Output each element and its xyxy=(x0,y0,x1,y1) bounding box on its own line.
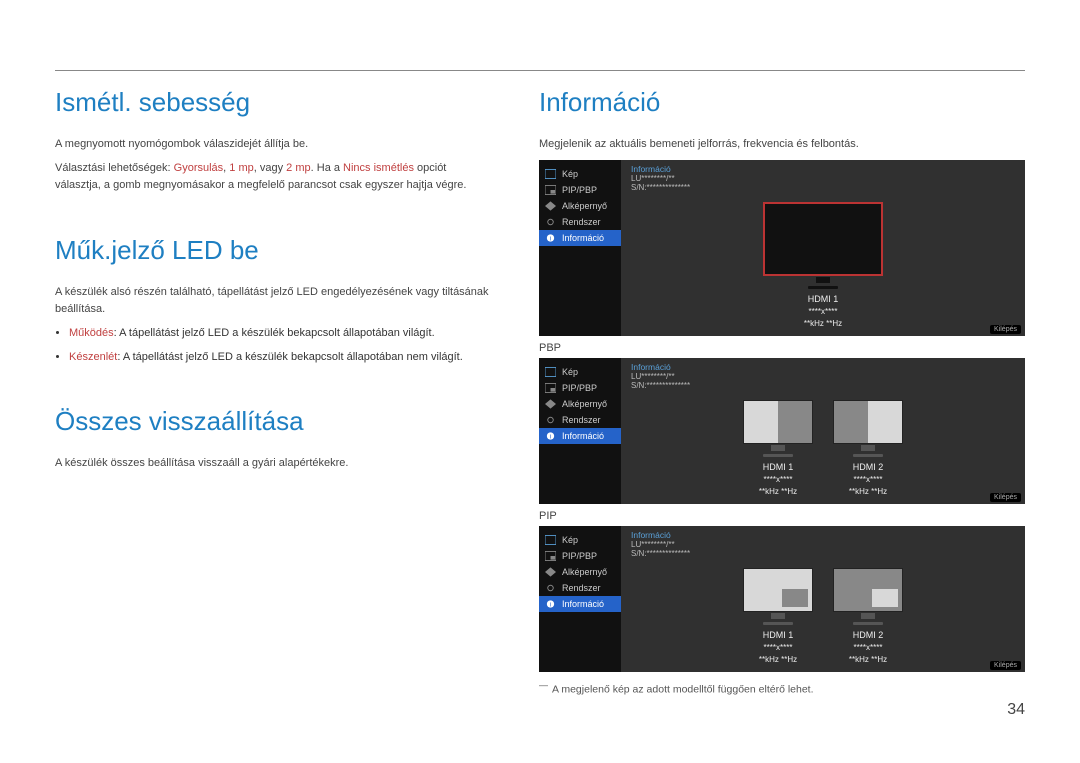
opt-norepeat: Nincs ismétlés xyxy=(343,162,414,174)
info-icon: i xyxy=(545,233,556,243)
label-mode-pip: PIP xyxy=(539,510,1025,522)
text-information-desc: Megjelenik az aktuális bemeneti jelforrá… xyxy=(539,136,1025,154)
osd-exit-button[interactable]: Kilépés xyxy=(990,325,1021,334)
osd-menu-informacio[interactable]: iInformáció xyxy=(539,596,621,612)
gear-icon xyxy=(545,583,556,593)
opt-1s: 1 mp xyxy=(229,162,253,174)
page-number: 34 xyxy=(55,701,1025,719)
label-hdmi1: HDMI 1 xyxy=(763,630,794,640)
osd-info-header: Információ LU********/** S/N:***********… xyxy=(631,164,1015,192)
monitor-display-pip-1: HDMI 1 ****x**** **kHz **Hz xyxy=(743,568,813,664)
svg-text:i: i xyxy=(550,601,551,608)
gear-icon xyxy=(545,415,556,425)
monitor-display-single: HDMI 1 ****x**** **kHz **Hz xyxy=(763,202,883,328)
section-title-repeat-speed: Ismétl. sebesség xyxy=(55,87,494,118)
osd-menu: Kép PIP/PBP Alképernyő Rendszer iInformá… xyxy=(539,526,621,672)
label-mode-pbp: PBP xyxy=(539,342,1025,354)
text-power-led-desc: A készülék alsó részén található, tápell… xyxy=(55,284,494,319)
label-hdmi2: HDMI 2 xyxy=(853,462,884,472)
subscreen-icon xyxy=(545,201,556,211)
picture-icon xyxy=(545,535,556,545)
label-frequency: **kHz **Hz xyxy=(804,319,842,328)
osd-panel-pip: Kép PIP/PBP Alképernyő Rendszer iInformá… xyxy=(539,526,1025,672)
osd-info-header: Információ LU********/** S/N:***********… xyxy=(631,362,1015,390)
monitor-display-pip-2: HDMI 2 ****x**** **kHz **Hz xyxy=(833,568,903,664)
osd-exit-button[interactable]: Kilépés xyxy=(990,661,1021,670)
label-hdmi2: HDMI 2 xyxy=(853,630,884,640)
info-icon: i xyxy=(545,599,556,609)
text-reset-all-desc: A készülék összes beállítása visszaáll a… xyxy=(55,455,494,473)
osd-menu-pip[interactable]: PIP/PBP xyxy=(539,548,621,564)
osd-menu-alkepernyo[interactable]: Alképernyő xyxy=(539,396,621,412)
section-title-reset-all: Összes visszaállítása xyxy=(55,406,494,437)
monitor-display-pbp-2: HDMI 2 ****x**** **kHz **Hz xyxy=(833,400,903,496)
footnote: ―A megjelenő kép az adott modelltől függ… xyxy=(539,680,1025,696)
osd-panel-single: Kép PIP/PBP Alképernyő Rendszer iInformá… xyxy=(539,160,1025,336)
osd-panel-pbp: Kép PIP/PBP Alképernyő Rendszer iInformá… xyxy=(539,358,1025,504)
osd-menu-pip[interactable]: PIP/PBP xyxy=(539,182,621,198)
label-hdmi1: HDMI 1 xyxy=(763,462,794,472)
pip-icon xyxy=(545,551,556,561)
osd-menu-alkepernyo[interactable]: Alképernyő xyxy=(539,198,621,214)
section-title-information: Információ xyxy=(539,87,1025,118)
svg-text:i: i xyxy=(550,235,551,242)
osd-menu-kep[interactable]: Kép xyxy=(539,166,621,182)
bullet-standby: Készenlét: A tápellátást jelző LED a kés… xyxy=(69,349,494,367)
osd-menu-rendszer[interactable]: Rendszer xyxy=(539,412,621,428)
osd-menu-alkepernyo[interactable]: Alképernyő xyxy=(539,564,621,580)
subscreen-icon xyxy=(545,567,556,577)
section-title-power-led: Műk.jelző LED be xyxy=(55,235,494,266)
label-resolution: ****x**** xyxy=(809,307,838,316)
picture-icon xyxy=(545,169,556,179)
opt-prefix: Választási lehetőségek: xyxy=(55,162,174,174)
text-repeat-speed-desc: A megnyomott nyomógombok válaszidejét ál… xyxy=(55,136,494,154)
gear-icon xyxy=(545,217,556,227)
svg-text:i: i xyxy=(550,433,551,440)
opt-2s: 2 mp xyxy=(286,162,310,174)
osd-menu: Kép PIP/PBP Alképernyő Rendszer iInformá… xyxy=(539,358,621,504)
osd-menu-rendszer[interactable]: Rendszer xyxy=(539,214,621,230)
osd-menu-kep[interactable]: Kép xyxy=(539,532,621,548)
subscreen-icon xyxy=(545,399,556,409)
info-icon: i xyxy=(545,431,556,441)
osd-menu-pip[interactable]: PIP/PBP xyxy=(539,380,621,396)
osd-menu-kep[interactable]: Kép xyxy=(539,364,621,380)
osd-menu-informacio[interactable]: iInformáció xyxy=(539,230,621,246)
osd-menu-rendszer[interactable]: Rendszer xyxy=(539,580,621,596)
text-repeat-speed-options: Választási lehetőségek: Gyorsulás, 1 mp,… xyxy=(55,160,494,195)
label-hdmi1: HDMI 1 xyxy=(808,294,839,304)
picture-icon xyxy=(545,367,556,377)
pip-icon xyxy=(545,383,556,393)
bullet-operation: Működés: A tápellátást jelző LED a készü… xyxy=(69,325,494,343)
osd-info-header: Információ LU********/** S/N:***********… xyxy=(631,530,1015,558)
opt-accel: Gyorsulás xyxy=(174,162,224,174)
pip-icon xyxy=(545,185,556,195)
osd-menu: Kép PIP/PBP Alképernyő Rendszer iInformá… xyxy=(539,160,621,336)
monitor-display-pbp-1: HDMI 1 ****x**** **kHz **Hz xyxy=(743,400,813,496)
osd-exit-button[interactable]: Kilépés xyxy=(990,493,1021,502)
osd-menu-informacio[interactable]: iInformáció xyxy=(539,428,621,444)
